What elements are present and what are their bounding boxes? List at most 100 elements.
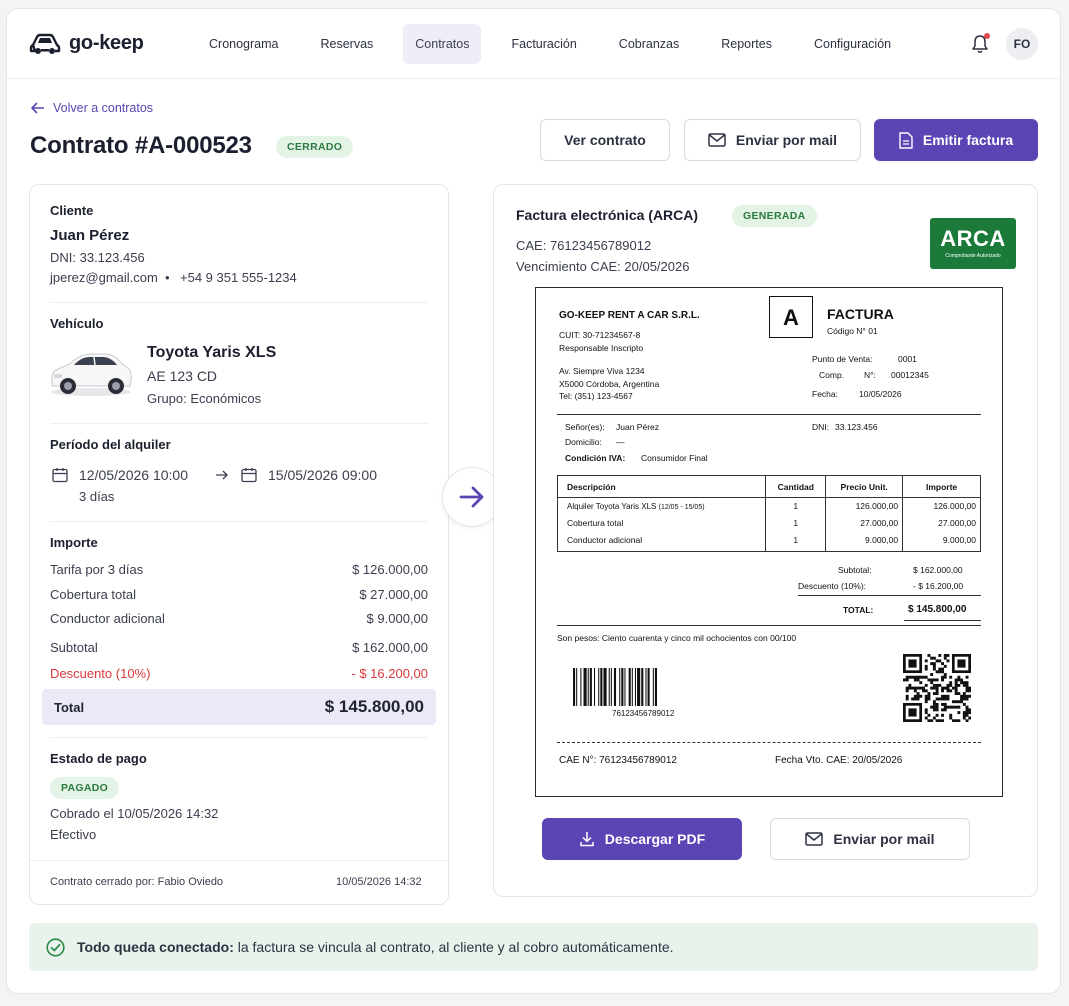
inv-col-header: Descripción (556, 475, 767, 498)
inv-cae-label: CAE N°: (559, 755, 597, 766)
inv-item-qty: 1 (765, 531, 827, 552)
total-bar: Total $ 145.800,00 (42, 689, 436, 725)
nav-contratos[interactable]: Contratos (403, 24, 482, 64)
inv-discount: - $ 16.200,00 (913, 581, 964, 591)
closed-at: 10/05/2026 14:32 (336, 876, 422, 888)
inv-company: GO-KEEP RENT A CAR S.R.L. (559, 310, 700, 321)
total-value: $ 145.800,00 (324, 697, 424, 716)
view-contract-button[interactable]: Ver contrato (540, 119, 670, 161)
calendar-icon (241, 468, 257, 483)
period-duration: 3 días (79, 489, 115, 504)
nav-facturacion[interactable]: Facturación (499, 24, 588, 64)
brand-logo[interactable]: go-keep (29, 31, 144, 55)
inv-cae: CAE N°: 76123456789012 (559, 755, 677, 766)
client-phone[interactable]: +54 9 351 555-1234 (180, 270, 297, 285)
app-window: go-keep Cronograma Reservas Contratos Fa… (6, 8, 1061, 994)
inv-pv: 0001 (898, 354, 917, 364)
send-mail-button[interactable]: Enviar por mail (684, 119, 861, 161)
car-image (51, 353, 132, 396)
table-row: Conductor adicional 1 9.000,00 9.000,00 (556, 531, 981, 552)
inv-total: $ 145.800,00 (908, 604, 967, 615)
amount-line: Conductor adicional $ 9.000,00 (50, 611, 428, 626)
info-banner-text: Todo queda conectado: la factura se vinc… (77, 939, 674, 955)
send-invoice-mail-button[interactable]: Enviar por mail (770, 818, 970, 860)
issue-invoice-label: Emitir factura (922, 132, 1014, 148)
amount-heading: Importe (50, 535, 98, 550)
subtotal-value: $ 162.000,00 (352, 640, 428, 655)
inv-iva: Responsable Inscripto (559, 343, 644, 353)
inv-subtotal: $ 162.000,00 (913, 565, 963, 575)
notification-dot (984, 33, 990, 39)
user-avatar[interactable]: FO (1006, 28, 1038, 60)
einvoice-heading: Factura electrónica (ARCA) (516, 207, 699, 223)
inv-pv-label: Punto de Venta: (812, 354, 873, 364)
vehicle-group: Grupo: Económicos (147, 391, 262, 406)
info-banner-body: la factura se vincula al contrato, al cl… (233, 939, 674, 955)
discount-label: Descuento (10%) (50, 666, 151, 681)
inv-cae-value: 76123456789012 (599, 755, 677, 766)
period-heading: Período del alquiler (50, 437, 171, 452)
inv-rule (904, 620, 981, 621)
amount-line-label: Conductor adicional (50, 611, 165, 626)
nav-reservas[interactable]: Reservas (308, 24, 385, 64)
client-dni: DNI: 33.123.456 (50, 250, 145, 265)
inv-col-header: Importe (902, 475, 981, 498)
send-invoice-mail-label: Enviar por mail (833, 831, 935, 847)
view-contract-label: Ver contrato (564, 132, 646, 148)
inv-vto-label: Fecha Vto. CAE: (775, 755, 850, 766)
nav-reportes[interactable]: Reportes (709, 24, 784, 64)
inv-comp-label: Comp. (819, 370, 845, 380)
inv-num-label: N°: (864, 370, 876, 380)
page-title: Contrato #A-000523 (30, 132, 252, 159)
inv-code: Código N° 01 (827, 326, 878, 336)
inv-rule (557, 625, 981, 626)
amount-line-value: $ 126.000,00 (352, 562, 428, 577)
mail-icon (805, 832, 824, 846)
divider (50, 423, 428, 424)
inv-dashed-rule (557, 742, 981, 743)
main-menu: Cronograma Reservas Contratos Facturació… (197, 24, 921, 64)
car-logo-icon (29, 33, 61, 54)
info-banner: Todo queda conectado: la factura se vinc… (29, 923, 1038, 971)
inv-item-unit: 126.000,00 (825, 497, 904, 515)
send-mail-label: Enviar por mail (735, 132, 838, 148)
payment-status-badge: PAGADO (50, 777, 120, 799)
subtotal-label: Subtotal (50, 640, 98, 655)
qr-code (903, 654, 971, 722)
inv-addr1: Av. Siempre Viva 1234 (559, 366, 645, 376)
calendar-icon (52, 468, 68, 483)
inv-col-header: Precio Unit. (825, 475, 904, 498)
back-link[interactable]: Volver a contratos (31, 101, 153, 115)
inv-dni: 33.123.456 (835, 422, 878, 432)
payment-method: Efectivo (50, 827, 97, 842)
brand-name: go-keep (69, 31, 144, 54)
inv-item-desc: Cobertura total (556, 514, 767, 532)
vehicle-plate: AE 123 CD (147, 368, 218, 384)
inv-ivacond-label: Condición IVA: (565, 453, 626, 463)
nav-cobranzas[interactable]: Cobranzas (607, 24, 691, 64)
amount-line: Tarifa por 3 días $ 126.000,00 (50, 562, 428, 577)
amount-line: Cobertura total $ 27.000,00 (50, 587, 428, 602)
issue-invoice-button[interactable]: Emitir factura (874, 119, 1038, 161)
inv-letter: A (769, 296, 813, 338)
subtotal-line: Subtotal $ 162.000,00 (50, 640, 428, 655)
inv-rule (557, 414, 981, 415)
arca-logo-sub: Comprobante Autorizado (945, 253, 1001, 259)
nav-configuracion[interactable]: Configuración (802, 24, 903, 64)
client-email[interactable]: jperez@gmail.com (50, 270, 158, 285)
amount-line-value: $ 27.000,00 (359, 587, 428, 602)
barcode-number: 76123456789012 (612, 709, 675, 718)
inv-ivacond: Consumidor Final (641, 453, 708, 463)
divider (50, 737, 428, 738)
arrow-right-icon (459, 486, 484, 508)
inv-items-table: Descripción Cantidad Precio Unit. Import… (556, 475, 981, 552)
inv-total-label: TOTAL: (843, 605, 874, 615)
inv-cuit: CUIT: 30-71234567-8 (559, 330, 641, 340)
nav-cronograma[interactable]: Cronograma (197, 24, 290, 64)
inv-addr2: X5000 Córdoba, Argentina (559, 379, 660, 389)
divider (50, 302, 428, 303)
inv-num: 00012345 (891, 370, 929, 380)
download-pdf-button[interactable]: Descargar PDF (542, 818, 742, 860)
inv-item-unit: 9.000,00 (825, 531, 904, 552)
discount-value: - $ 16.200,00 (351, 666, 428, 681)
